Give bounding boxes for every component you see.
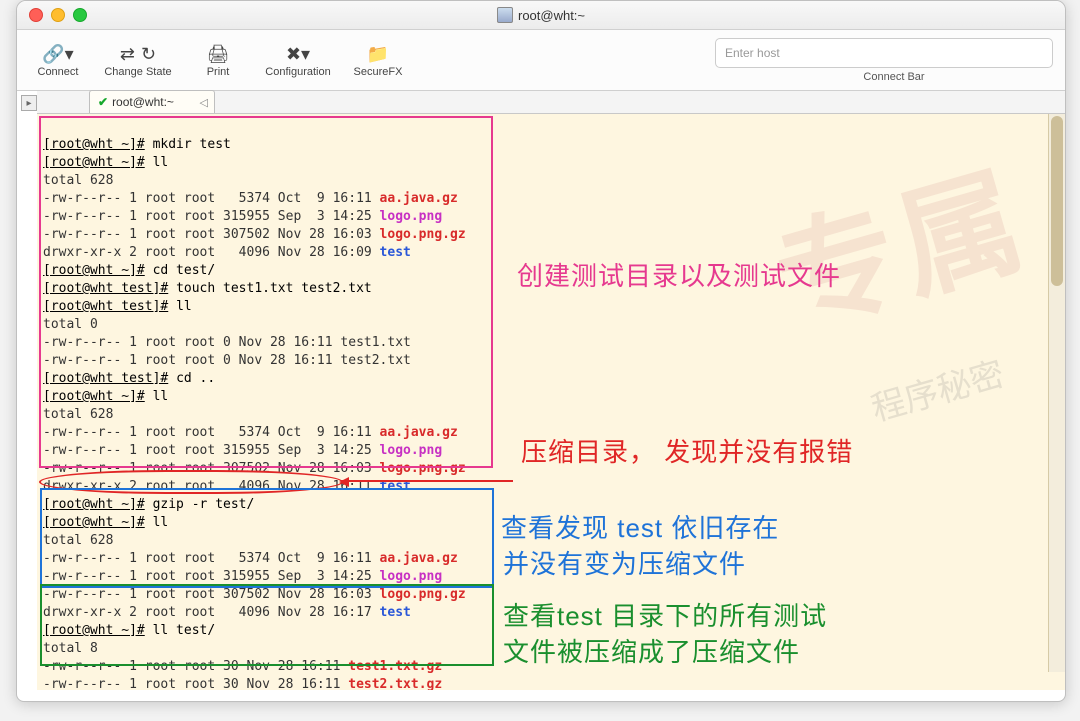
connect-bar-label: Connect Bar (735, 71, 1053, 83)
securefx-label: SecureFX (343, 66, 413, 78)
annotation-pink-text: 创建测试目录以及测试文件 (517, 258, 841, 294)
minimize-icon[interactable] (51, 8, 65, 22)
connect-button[interactable]: 🔗▾ Connect (23, 42, 93, 78)
securefx-button[interactable]: 📁 SecureFX (343, 42, 413, 78)
print-button[interactable]: 🖨 Print (183, 42, 253, 78)
printer-icon: 🖨 (183, 42, 253, 66)
tab-session[interactable]: ✔ root@wht:~ ◁ (89, 90, 215, 113)
sessions-panel-toggle[interactable]: ▸ (21, 95, 37, 111)
annotation-arrow (341, 480, 513, 482)
change-state-label: Change State (93, 66, 183, 78)
configuration-label: Configuration (253, 66, 343, 78)
toolbar: 🔗▾ Connect ⇄↻ Change State 🖨 Print ✖▾ Co… (17, 30, 1065, 91)
close-tab-icon[interactable]: ◁ (199, 96, 207, 109)
tab-bar-row: ▸ ✔ root@wht:~ ◁ 专属 程序秘密 [root@wht ~]# m… (17, 91, 1065, 690)
annotation-red-text: 压缩目录， 发现并没有报错 (521, 434, 853, 470)
tools-icon: ✖▾ (253, 42, 343, 66)
host-input[interactable]: Enter host (715, 38, 1053, 68)
change-state-button[interactable]: ⇄↻ Change State (93, 42, 183, 78)
securefx-icon: 📁 (343, 42, 413, 66)
host-placeholder: Enter host (725, 46, 780, 60)
configuration-button[interactable]: ✖▾ Configuration (253, 42, 343, 78)
window-title-text: root@wht:~ (518, 8, 585, 23)
reconnect-icon: ⇄↻ (93, 42, 183, 66)
check-icon: ✔ (98, 95, 108, 109)
connect-label: Connect (23, 66, 93, 78)
titlebar: root@wht:~ (17, 1, 1065, 30)
annotation-blue-line2: 并没有变为压缩文件 (503, 546, 746, 582)
window-title: root@wht:~ (497, 7, 585, 23)
annotation-blue-line1: 查看发现 test 依旧存在 (501, 510, 779, 546)
tab-bar: ✔ root@wht:~ ◁ (37, 91, 1065, 114)
zoom-icon[interactable] (73, 8, 87, 22)
annotation-green-line1: 查看test 目录下的所有测试 (503, 598, 827, 634)
tab-label: root@wht:~ (112, 95, 174, 109)
close-icon[interactable] (29, 8, 43, 22)
print-label: Print (183, 66, 253, 78)
link-icon: 🔗▾ (23, 42, 93, 66)
terminal-icon (497, 7, 513, 23)
annotation-green-line2: 文件被压缩成了压缩文件 (503, 634, 800, 670)
window-controls (29, 8, 87, 22)
terminal-area[interactable]: 专属 程序秘密 [root@wht ~]# mkdir test [root@w… (37, 114, 1065, 690)
app-window: root@wht:~ 🔗▾ Connect ⇄↻ Change State 🖨 … (16, 0, 1066, 702)
